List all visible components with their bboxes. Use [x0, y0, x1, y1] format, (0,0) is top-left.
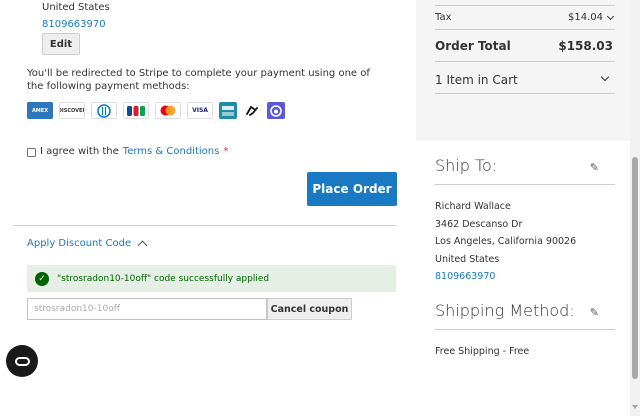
address-phone[interactable]: 8109663970 — [42, 19, 106, 30]
divider — [435, 61, 615, 62]
divider — [13, 225, 396, 226]
ship-to-street: 3462 Descanso Dr — [435, 219, 523, 230]
jcb-icon — [123, 102, 149, 119]
checkout-sidebar: Tax $14.04 Order Total $158.03 1 Item in… — [416, 0, 630, 416]
shipping-method-value: Free Shipping - Free — [435, 346, 530, 357]
divider — [435, 29, 615, 30]
ship-to-country: United States — [435, 254, 500, 265]
required-mark: * — [223, 146, 229, 157]
chevron-down-icon — [606, 12, 615, 20]
items-in-cart-toggle[interactable]: 1 Item in Cart — [435, 73, 518, 87]
order-total-label: Order Total — [435, 39, 511, 53]
chat-launcher-button[interactable] — [6, 345, 38, 377]
edit-pencil-icon[interactable]: ✎ — [590, 306, 599, 319]
ship-to-name: Richard Wallace — [435, 201, 511, 212]
divider — [435, 5, 615, 6]
checkmark-icon: ✓ — [35, 271, 49, 286]
order-summary: Tax $14.04 Order Total $158.03 1 Item in… — [416, 0, 630, 141]
divider — [435, 184, 615, 185]
coupon-success-message: ✓ "strosradon10-10off" code successfully… — [27, 265, 396, 292]
terms-link[interactable]: Terms & Conditions — [123, 146, 220, 157]
chevron-up-icon — [137, 240, 148, 251]
payment-methods: AMEX DISCOVER VISA — [27, 102, 285, 119]
checkout-main: United States 8109663970 Edit You'll be … — [0, 0, 416, 416]
divider — [435, 93, 615, 94]
success-text: "strosradon10-10off" code successfully a… — [57, 273, 270, 284]
discover-icon: DISCOVER — [59, 102, 85, 119]
cancel-coupon-button[interactable]: Cancel coupon — [267, 298, 352, 320]
discount-title-label: Apply Discount Code — [27, 238, 132, 249]
scrollbar-thumb[interactable] — [632, 157, 638, 379]
order-total-value: $158.03 — [558, 39, 613, 53]
discount-code-input[interactable]: strosradon10-10off — [27, 298, 267, 320]
address-country: United States — [42, 2, 110, 13]
mastercard-icon — [155, 102, 181, 119]
place-order-button[interactable]: Place Order — [307, 172, 397, 206]
other-wallet-icon — [267, 102, 285, 119]
terms-prefix: I agree with the — [40, 146, 119, 157]
terms-checkbox[interactable] — [27, 148, 36, 157]
divider — [435, 329, 615, 330]
terms-agreement: I agree with the Terms & Conditions * — [27, 146, 228, 157]
ship-to-title: Ship To: — [435, 156, 498, 175]
link-icon — [243, 102, 261, 119]
shipping-method-title: Shipping Method: — [435, 301, 575, 320]
tax-value: $14.04 — [568, 12, 603, 23]
scroll-down-arrow-icon[interactable] — [632, 405, 638, 409]
diners-icon — [91, 102, 117, 119]
edit-pencil-icon[interactable]: ✎ — [590, 161, 599, 174]
cartes-bancaires-icon — [219, 102, 237, 119]
chat-icon — [14, 356, 30, 366]
apply-discount-toggle[interactable]: Apply Discount Code — [27, 238, 148, 251]
edit-address-button[interactable]: Edit — [42, 33, 80, 55]
tax-toggle[interactable]: $14.04 — [568, 12, 615, 23]
ship-to-city: Los Angeles, California 90026 — [435, 236, 577, 247]
ship-to-phone[interactable]: 8109663970 — [435, 271, 495, 282]
stripe-redirect-text: You'll be redirected to Stripe to comple… — [27, 68, 370, 92]
tax-label: Tax — [435, 12, 452, 23]
visa-icon: VISA — [187, 102, 213, 119]
amex-icon: AMEX — [27, 102, 53, 119]
chevron-down-icon[interactable] — [600, 72, 610, 82]
